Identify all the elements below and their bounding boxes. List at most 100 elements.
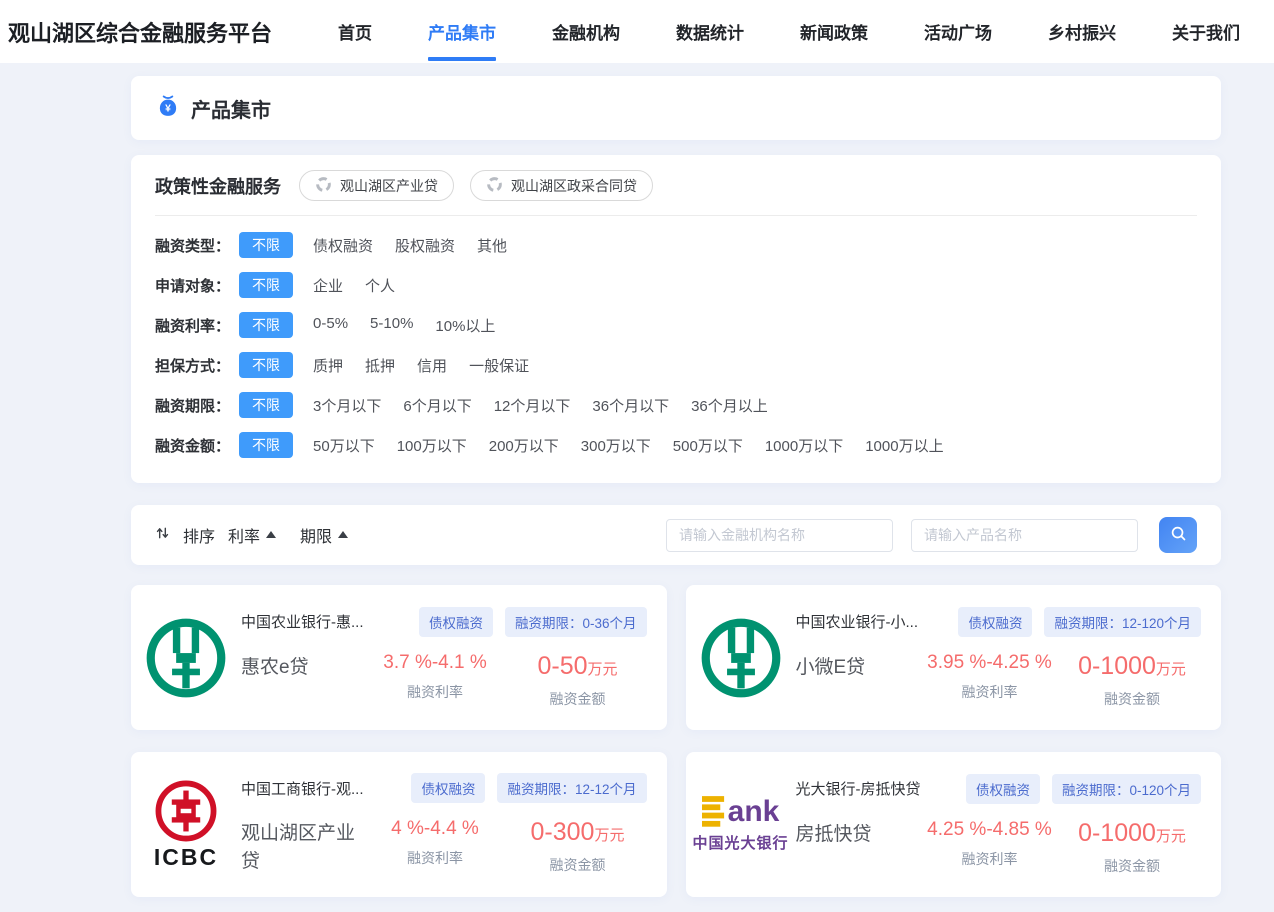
top-nav-bar: 观山湖区综合金融服务平台 首页 产品集市 金融机构 数据统计 新闻政策 活动广: [0, 0, 1274, 63]
bank-product-fullname: 中国农业银行-小...: [796, 611, 947, 632]
filter-option[interactable]: 1000万以上: [865, 435, 943, 456]
page-title: 产品集市: [191, 94, 271, 123]
product-card[interactable]: ICBC ank: [131, 752, 667, 897]
filter-option-selected[interactable]: 不限: [239, 392, 293, 418]
filter-row: 融资类型： 不限 债权融资 股权融资 其他: [155, 233, 1197, 257]
filter-option[interactable]: 一般保证: [469, 355, 529, 376]
product-card[interactable]: ICBC ank: [686, 585, 1222, 730]
filter-option[interactable]: 50万以下: [313, 435, 375, 456]
filter-option[interactable]: 信用: [417, 355, 447, 376]
policy-loan-button[interactable]: 观山湖区产业贷: [299, 170, 454, 201]
filter-options: 0-5% 5-10% 10%以上: [313, 315, 495, 336]
bank-product-fullname: 中国工商银行-观...: [241, 778, 399, 799]
policy-loan-button[interactable]: 观山湖区政采合同贷: [470, 170, 653, 201]
rate-metric: 4 %-4.4 % 融资利率: [362, 818, 509, 868]
page-content: ¥ 产品集市 政策性金融服务 观山湖区产业贷: [131, 76, 1221, 912]
amount-value: 0-1000万元: [1063, 652, 1201, 681]
amount-number: 0-300: [531, 818, 595, 846]
filter-option[interactable]: 1000万以下: [765, 435, 843, 456]
segmented-ring-icon: [315, 176, 332, 196]
financing-type-tag: 债权融资: [966, 774, 1040, 804]
filter-row: 融资期限： 不限 3个月以下 6个月以下 12个月以下 36个月以下: [155, 393, 1197, 417]
ascending-triangle-icon: [338, 531, 348, 538]
rate-value: 4.25 %-4.85 %: [916, 819, 1063, 841]
amount-unit: 万元: [1156, 828, 1186, 845]
filter-option-selected[interactable]: 不限: [239, 232, 293, 258]
nav-item[interactable]: 产品集市: [428, 0, 496, 63]
nav-item-label: 乡村振兴: [1048, 19, 1116, 44]
nav-item[interactable]: 新闻政策: [800, 0, 868, 63]
ascending-triangle-icon: [266, 531, 276, 538]
card-header-row: 中国农业银行-惠... 债权融资 融资期限：0-36个月: [241, 607, 647, 637]
filter-option[interactable]: 200万以下: [489, 435, 559, 456]
brand-title: 观山湖区综合金融服务平台: [8, 16, 272, 48]
sort-options: 利率 期限: [228, 523, 348, 547]
filter-option[interactable]: 36个月以上: [691, 395, 768, 416]
search-button[interactable]: [1159, 517, 1197, 553]
product-search-input[interactable]: [911, 519, 1138, 552]
filter-option[interactable]: 3个月以下: [313, 395, 381, 416]
filter-option[interactable]: 0-5%: [313, 315, 348, 336]
amount-unit: 万元: [594, 827, 624, 844]
filter-option[interactable]: 12个月以下: [494, 395, 571, 416]
product-card[interactable]: ICBC ank: [131, 585, 667, 730]
filter-option[interactable]: 6个月以下: [403, 395, 471, 416]
nav-item[interactable]: 关于我们: [1172, 0, 1240, 63]
filter-option[interactable]: 10%以上: [435, 315, 495, 336]
filter-option[interactable]: 企业: [313, 275, 343, 296]
amount-number: 0-1000: [1078, 819, 1156, 847]
filter-option-selected[interactable]: 不限: [239, 312, 293, 338]
filter-option-selected[interactable]: 不限: [239, 352, 293, 378]
policy-finance-section: 政策性金融服务 观山湖区产业贷: [155, 155, 1197, 216]
card-main-row: 观山湖区产业贷 4 %-4.4 % 融资利率 0-300万元 融资金额: [241, 818, 647, 875]
filter-options: 企业 个人: [313, 275, 395, 296]
filter-option[interactable]: 质押: [313, 355, 343, 376]
nav-item[interactable]: 乡村振兴: [1048, 0, 1116, 63]
everbright-wordmark: ank: [702, 796, 780, 827]
filter-panel: 政策性金融服务 观山湖区产业贷: [131, 155, 1221, 483]
filter-option[interactable]: 500万以下: [673, 435, 743, 456]
filter-option-selected[interactable]: 不限: [239, 432, 293, 458]
product-name: 小微E贷: [796, 652, 917, 682]
sort-arrows-icon: [155, 525, 170, 546]
card-main-row: 惠农e贷 3.7 %-4.1 % 融资利率 0-50万元 融资金额: [241, 652, 647, 709]
filter-option[interactable]: 债权融资: [313, 235, 373, 256]
nav-item[interactable]: 数据统计: [676, 0, 744, 63]
icbc-caption: ICBC: [154, 844, 218, 871]
institution-search-input[interactable]: [666, 519, 893, 552]
everbright-gold-e-icon: [702, 796, 727, 827]
abc-bank-logo-icon: [145, 617, 227, 699]
filter-option[interactable]: 100万以下: [397, 435, 467, 456]
bank-logo: ICBC ank: [149, 617, 223, 699]
filter-option[interactable]: 个人: [365, 275, 395, 296]
filter-option[interactable]: 股权融资: [395, 235, 455, 256]
sort-option[interactable]: 期限: [300, 523, 348, 547]
bank-product-fullname: 光大银行-房抵快贷: [796, 778, 954, 799]
filter-option[interactable]: 其他: [477, 235, 507, 256]
product-card-grid: ICBC ank: [131, 585, 1221, 897]
bank-logo: ICBC ank: [149, 779, 223, 871]
filter-option[interactable]: 抵押: [365, 355, 395, 376]
nav-item[interactable]: 活动广场: [924, 0, 992, 63]
filter-option[interactable]: 36个月以下: [592, 395, 669, 416]
filter-option[interactable]: 5-10%: [370, 315, 413, 336]
nav-item-label: 数据统计: [676, 19, 744, 44]
rate-metric: 3.95 %-4.25 % 融资利率: [916, 652, 1063, 702]
svg-text:¥: ¥: [165, 103, 171, 114]
amount-unit: 万元: [588, 661, 618, 678]
filter-row-label: 融资利率：: [155, 315, 230, 336]
card-body: 中国农业银行-小... 债权融资 融资期限：12-120个月 小微E贷 3.95…: [796, 607, 1202, 709]
sort-controls: 排序 利率 期限: [155, 523, 348, 547]
filter-option-selected[interactable]: 不限: [239, 272, 293, 298]
sort-search-bar: 排序 利率 期限: [131, 505, 1221, 565]
filter-options: 3个月以下 6个月以下 12个月以下 36个月以下 36个月以上: [313, 395, 768, 416]
nav-item[interactable]: 首页: [338, 0, 372, 63]
nav-item-label: 关于我们: [1172, 19, 1240, 44]
sort-option[interactable]: 利率: [228, 523, 276, 547]
filter-option[interactable]: 300万以下: [581, 435, 651, 456]
amount-label: 融资金额: [1063, 689, 1201, 709]
nav-item[interactable]: 金融机构: [552, 0, 620, 63]
product-card[interactable]: ICBC ank: [686, 752, 1222, 897]
everbright-bank-logo: ank 中国光大银行: [693, 796, 789, 853]
card-main-row: 小微E贷 3.95 %-4.25 % 融资利率 0-1000万元 融资金额: [796, 652, 1202, 709]
